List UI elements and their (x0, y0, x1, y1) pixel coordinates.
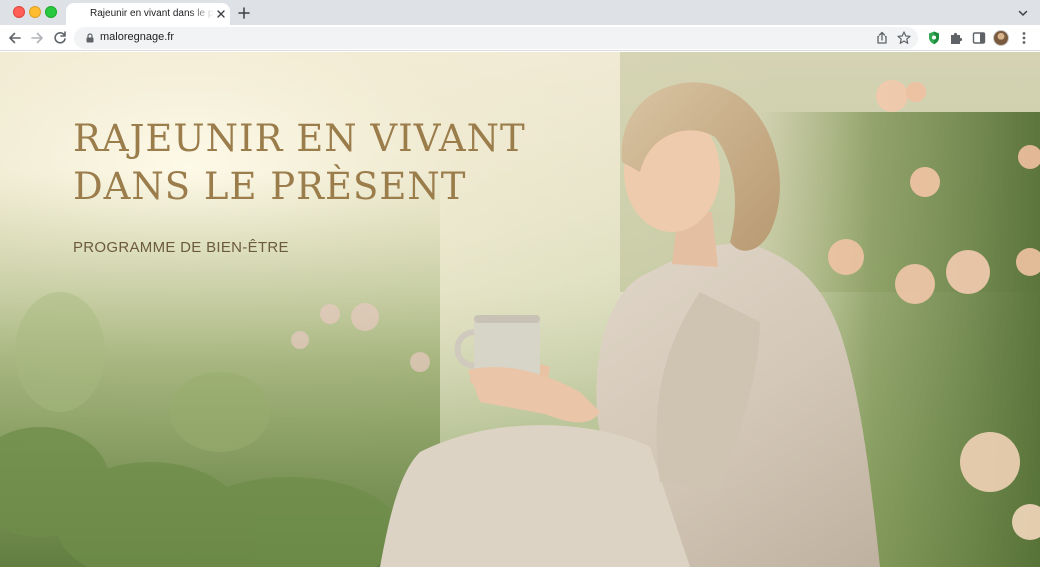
hero-section: RAJEUNIR EN VIVANT DANS LE PRÈSENT PROGR… (0, 52, 1040, 567)
close-window-button[interactable] (13, 6, 25, 18)
hero-title-line-2: DANS LE PRÈSENT (73, 165, 467, 208)
close-icon[interactable] (214, 7, 228, 21)
address-bar[interactable]: maloregnage.fr (74, 27, 918, 49)
active-tab[interactable]: Rajeunir en vivant dans le présent (66, 3, 230, 25)
shield-extension-icon[interactable] (925, 29, 943, 47)
reload-icon[interactable] (51, 29, 69, 47)
plus-icon[interactable] (236, 5, 252, 21)
arrow-right-icon[interactable] (28, 29, 46, 47)
zoom-window-button[interactable] (45, 6, 57, 18)
browser-toolbar: maloregnage.fr (0, 25, 1040, 51)
tab-strip: Rajeunir en vivant dans le présent (0, 0, 1040, 25)
url-text[interactable]: maloregnage.fr (100, 31, 174, 43)
chevron-down-icon[interactable] (1016, 6, 1030, 20)
tab-title: Rajeunir en vivant dans le présent (90, 8, 214, 19)
hero-title-line-1: RAJEUNIR EN VIVANT (73, 117, 526, 160)
hero-title: RAJEUNIR EN VIVANT DANS LE PRÈSENT (73, 115, 593, 211)
kebab-icon[interactable] (1015, 29, 1033, 47)
lock-icon[interactable] (84, 32, 96, 44)
arrow-left-icon[interactable] (6, 29, 24, 47)
puzzle-icon[interactable] (947, 29, 965, 47)
star-icon[interactable] (896, 30, 912, 46)
minimize-window-button[interactable] (29, 6, 41, 18)
hero-subtitle: PROGRAMME DE BIEN-ÊTRE (73, 239, 289, 256)
side-panel-icon[interactable] (970, 29, 988, 47)
avatar[interactable] (993, 30, 1009, 46)
share-icon[interactable] (874, 30, 890, 46)
